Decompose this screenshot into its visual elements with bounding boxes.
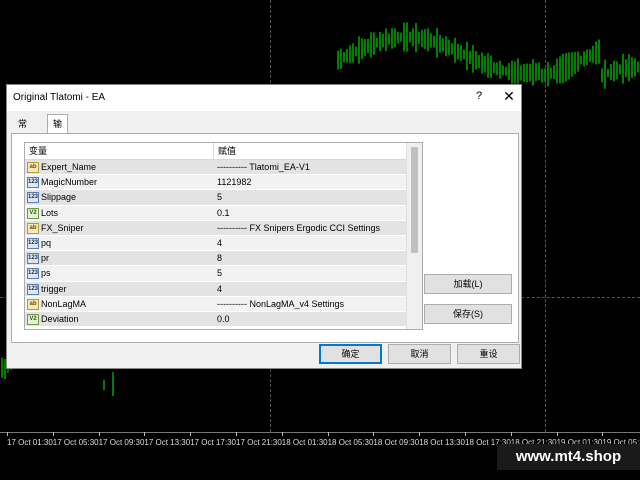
reset-button[interactable]: 重设 [457,344,520,364]
param-type-icon: 123 [27,283,39,295]
tab-common[interactable]: 常用 [13,116,32,145]
table-row[interactable]: 123 Slippage 5 [25,190,406,206]
time-tick [144,432,146,436]
param-name: Slippage [41,192,77,203]
param-name: Deviation [41,313,79,324]
table-row[interactable]: 123 ps 5 [25,266,406,282]
save-button[interactable]: 保存(S) [424,304,512,324]
table-row[interactable]: 123 pr 8 [25,251,406,267]
inputs-tab-pane: 变量 赋值 ab Expert_Name ---------- Tlatomi_EA… [11,133,519,343]
time-tick [7,432,8,436]
time-tick-label: 17 Oct 01:30 [7,438,53,447]
param-value[interactable]: ---------- FX Snipers Ergodic CCI Settin… [217,221,405,236]
table-row[interactable]: 123 pq 4 [25,235,406,252]
time-tick [52,432,54,436]
parameters-table: 变量 赋值 ab Expert_Name ---------- Tlatomi_EA… [24,142,423,330]
param-value[interactable]: 1121982 [217,175,405,190]
time-tick-label: 17 Oct 13:30 [144,438,191,447]
time-tick-label: 17 Oct 21:30 [236,438,282,447]
param-type-icon: 123 [27,192,39,204]
column-header-variable[interactable]: 变量 [25,143,214,160]
time-tick [602,432,604,436]
time-tick-label: 18 Oct 09:30 [373,438,420,447]
param-value[interactable]: 0.0 [217,312,405,327]
param-name: MagicNumber [41,177,98,188]
table-row[interactable]: V2 Deviation 0.0 [25,311,406,328]
param-type-icon: ab [27,162,39,173]
param-value[interactable]: 8 [217,251,405,266]
time-tick [327,432,329,436]
scrollbar-thumb[interactable] [411,147,418,253]
param-type-icon: 123 [27,268,39,280]
param-type-icon: ab [27,222,39,234]
param-value[interactable]: 4 [217,282,405,297]
tab-inputs[interactable]: 输入参数 [47,114,69,186]
param-name: NonLagMA [41,298,87,309]
time-tick [98,432,100,436]
param-type-icon: ab [27,298,39,310]
time-tick [373,432,375,436]
time-tick [556,432,558,436]
time-tick [419,432,421,436]
param-name: ps [41,268,51,279]
time-tick-label: 17 Oct 05:30 [52,438,99,447]
cancel-button[interactable]: 取消 [388,344,451,364]
time-tick-label: 18 Oct 01:30 [281,438,328,447]
time-tick-label: 18 Oct 05:30 [327,438,374,447]
table-header: 变量 赋值 [25,143,406,160]
param-value[interactable]: 4 [217,236,405,251]
table-row[interactable]: ab Expert_Name ---------- Tlatomi_EA-V1 [25,160,406,176]
table-row[interactable]: ab FX_Sniper ---------- FX Snipers Ergodic… [25,220,406,236]
time-tick-label: 17 Oct 09:30 [98,438,145,447]
param-value[interactable]: 0.1 [217,206,405,221]
param-value[interactable]: 5 [217,266,405,281]
param-value[interactable]: 5 [217,190,405,205]
dialog-title: Original Tlatomi - EA [13,92,106,103]
ea-properties-dialog: Original Tlatomi - EA ? ✕ 常用 输入参数 变量 赋值 … [6,84,522,369]
param-value[interactable]: ---------- NonLagMA_v4 Settings [217,297,405,312]
param-name: pr [41,253,50,264]
param-name: trigger [41,283,67,294]
table-row[interactable]: V2 Lots 0.1 [25,205,406,221]
parameter-rows: ab Expert_Name ---------- Tlatomi_EA-V1 123… [25,160,406,328]
time-tick [281,432,283,436]
grid-line [545,0,546,432]
param-name: Expert_Name [41,162,97,172]
load-button[interactable]: 加载(L) [424,274,512,294]
time-tick [236,432,237,436]
time-tick-label: 18 Oct 13:30 [419,438,465,447]
table-row[interactable]: ab NonLagMA ---------- NonLagMA_v4 Setting… [25,296,406,312]
time-tick-label: 17 Oct 17:30 [190,438,236,447]
param-type-icon: V2 [27,207,39,219]
title-bar[interactable]: Original Tlatomi - EA ? ✕ [7,85,521,111]
vertical-scrollbar[interactable] [406,143,422,329]
param-value[interactable]: ---------- Tlatomi_EA-V1 [217,160,405,175]
help-icon[interactable]: ? [472,90,486,102]
table-row[interactable]: 123 MagicNumber 1121982 [25,175,406,191]
param-type-icon: 123 [27,177,39,189]
watermark-text: www.mt4.shop [497,444,640,470]
param-type-icon: 123 [27,253,39,265]
param-type-icon: V2 [27,313,39,325]
param-name: pq [41,237,52,248]
column-header-value[interactable]: 赋值 [214,143,406,160]
param-type-icon: 123 [27,237,39,249]
param-name: FX_Sniper [41,222,84,233]
time-tick [510,432,512,436]
param-name: Lots [41,207,59,218]
time-tick [465,432,466,436]
time-tick [190,432,192,436]
ok-button[interactable]: 确定 [319,344,382,364]
table-row[interactable]: 123 trigger 4 [25,281,406,297]
close-icon[interactable]: ✕ [501,88,517,105]
